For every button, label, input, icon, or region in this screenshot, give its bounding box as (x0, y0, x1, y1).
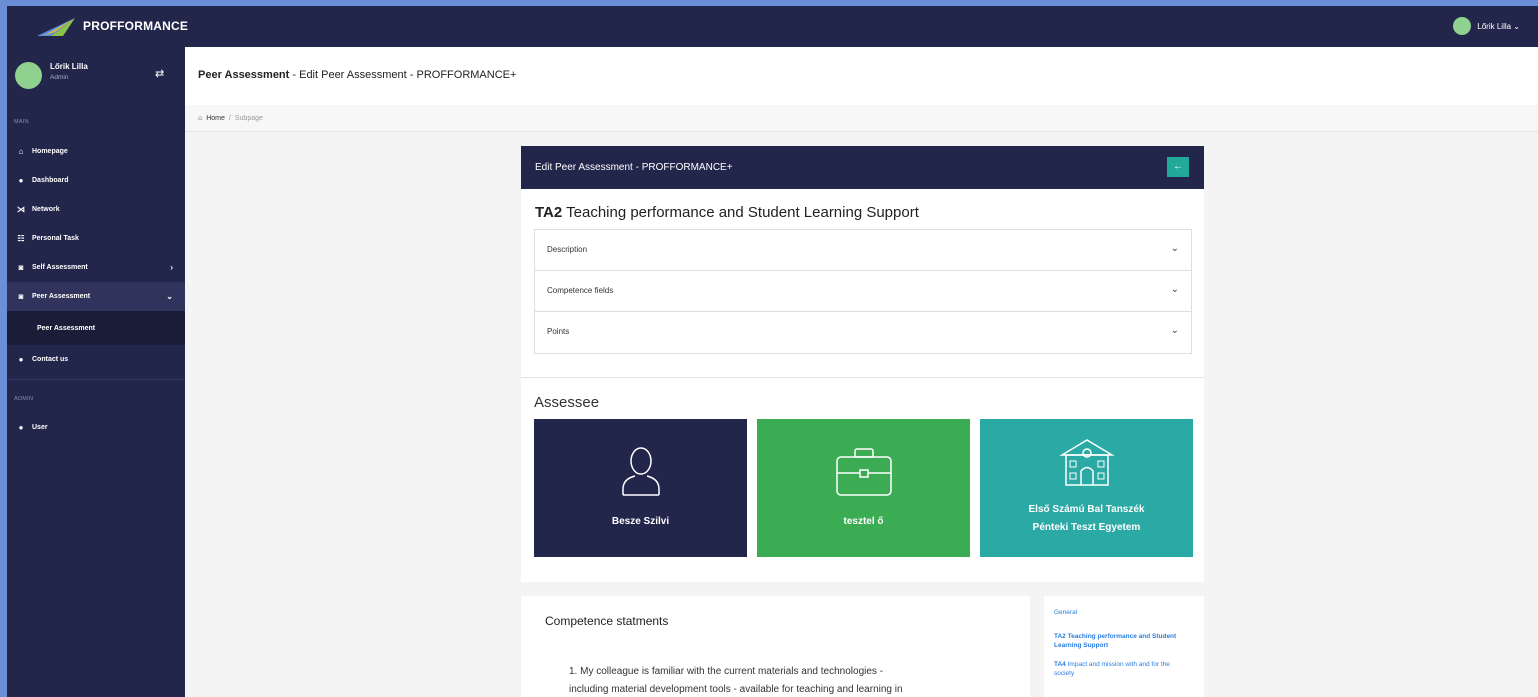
card-header: Edit Peer Assessment - PROFFORMANCE+ ← (521, 146, 1204, 189)
binoculars-icon: ◙ (18, 263, 24, 272)
avatar (1453, 17, 1472, 35)
sidebar-item-dashboard[interactable]: ● Dashboard (7, 166, 185, 195)
school-icon (1058, 439, 1115, 486)
sidebar-item-label: Homepage (32, 148, 68, 155)
accordion-label: Competence fields (547, 286, 614, 295)
sidebar-item-homepage[interactable]: ⌂ Homepage (7, 137, 185, 166)
chevron-down-icon: ⌄ (1170, 325, 1179, 336)
profile-name: Lőrik Lilla (50, 62, 88, 71)
side-link-ta4[interactable]: TA4 Impact and mission with and for the … (1054, 660, 1184, 678)
page-title-rest: - Edit Peer Assessment - PROFFORMANCE+ (289, 69, 517, 81)
binoculars-icon: ◙ (18, 292, 24, 301)
app-frame: PROFFORMANCE Lőrik Lilla ⌄ Lőrik Lilla A… (7, 6, 1538, 697)
breadcrumb: ⌂ Home / Subpage (185, 105, 1538, 132)
assessee-role-tile[interactable]: tesztel ő (757, 419, 970, 557)
competence-item-line: 1. My colleague is familiar with the cur… (569, 666, 884, 677)
sidebar-profile: Lőrik Lilla Admin ⇄ (7, 47, 185, 105)
sidebar-subitem-peer-assessment[interactable]: Peer Assessment (7, 311, 185, 345)
brand-name: PROFFORMANCE (83, 19, 189, 33)
sidebar-item-label: Peer Assessment (32, 293, 91, 300)
top-navbar: PROFFORMANCE Lőrik Lilla ⌄ (7, 6, 1538, 47)
accordion-description[interactable]: Description ⌄ (535, 230, 1191, 271)
assessee-heading: Assessee (534, 394, 600, 411)
ta-title-text: Teaching performance and Student Learnin… (562, 204, 919, 221)
side-nav-card: General TA2 Teaching performance and Stu… (1044, 596, 1204, 697)
card-divider (521, 377, 1204, 378)
sidebar-item-label: Network (32, 206, 60, 213)
sidebar-item-label: Contact us (32, 356, 69, 363)
breadcrumb-current: Subpage (234, 114, 263, 122)
accordion-competence-fields[interactable]: Competence fields ⌄ (535, 271, 1191, 312)
sidebar-divider (7, 379, 185, 380)
section-label-main: MAIN (14, 119, 29, 125)
sidebar-item-peer-assessment[interactable]: ◙ Peer Assessment ⌄ (7, 282, 185, 311)
accordion-points[interactable]: Points ⌄ (535, 312, 1191, 353)
page-header: Peer Assessment - Edit Peer Assessment -… (185, 47, 1538, 105)
assessee-unit-tile[interactable]: Első Számú Bal Tanszék Pénteki Teszt Egy… (980, 419, 1193, 557)
network-icon: ⋊ (17, 205, 25, 214)
competence-item-line: including material development tools - a… (569, 684, 903, 695)
assessee-role: tesztel ő (843, 516, 884, 527)
page-title-bold: Peer Assessment (198, 69, 290, 81)
home-icon: ⌂ (198, 114, 203, 122)
chevron-right-icon: › (170, 263, 173, 272)
sidebar-item-label: Personal Task (32, 235, 79, 242)
accordion: Description ⌄ Competence fields ⌄ Points… (534, 229, 1192, 354)
assessee-name: Besze Szilvi (611, 516, 670, 527)
logo-icon (37, 18, 75, 36)
competence-card: Competence statments 1. My colleague is … (521, 596, 1030, 697)
section-label-admin: ADMIN (14, 396, 34, 402)
assessee-person-tile[interactable]: Besze Szilvi (534, 419, 747, 557)
page-title: Peer Assessment - Edit Peer Assessment -… (198, 69, 516, 81)
sidebar-item-self-assessment[interactable]: ◙ Self Assessment › (7, 253, 185, 282)
chat-icon: ● (18, 355, 24, 364)
side-link-ta2[interactable]: TA2 Teaching performance and Student Lea… (1054, 632, 1184, 650)
sidebar: Lőrik Lilla Admin ⇄ MAIN ⌂ Homepage ● Da… (7, 47, 185, 697)
home-icon: ⌂ (18, 147, 24, 156)
profile-role: Admin (50, 74, 69, 81)
back-button[interactable]: ← (1167, 157, 1189, 177)
sidebar-item-label: Self Assessment (32, 264, 88, 271)
sidebar-item-network[interactable]: ⋊ Network (7, 195, 185, 224)
assessee-unit-line2: Pénteki Teszt Egyetem (1032, 522, 1141, 533)
user-icon: ● (18, 423, 24, 432)
sidebar-item-personal-task[interactable]: ☷ Personal Task (7, 224, 185, 253)
side-link-ta4-code: TA4 (1054, 661, 1066, 668)
chevron-down-icon: ⌄ (1170, 284, 1179, 295)
ta-title: TA2 Teaching performance and Student Lea… (535, 204, 919, 221)
breadcrumb-separator: / (228, 114, 231, 122)
card-title: Edit Peer Assessment - PROFFORMANCE+ (535, 162, 733, 173)
assessee-unit-line1: Első Számú Bal Tanszék (1028, 504, 1145, 515)
edit-peer-assessment-card: Edit Peer Assessment - PROFFORMANCE+ ← T… (521, 146, 1204, 582)
dashboard-icon: ● (18, 176, 24, 185)
avatar (15, 62, 42, 89)
list-icon: ☷ (17, 234, 25, 243)
accordion-label: Description (547, 245, 588, 254)
competence-item: 1. My colleague is familiar with the cur… (569, 663, 989, 697)
swap-icon[interactable]: ⇄ (155, 67, 164, 80)
chevron-down-icon: ⌄ (166, 292, 173, 301)
user-menu[interactable]: Lőrik Lilla ⌄ (1453, 17, 1520, 35)
sidebar-item-user[interactable]: ● User (7, 413, 185, 442)
chevron-down-icon: ⌄ (1170, 243, 1179, 254)
sidebar-item-contact-us[interactable]: ● Contact us (7, 345, 185, 374)
user-icon (621, 447, 660, 496)
breadcrumb-home[interactable]: Home (206, 115, 225, 122)
sidebar-item-label: User (32, 424, 48, 431)
competence-heading: Competence statments (545, 614, 669, 628)
accordion-label: Points (547, 327, 570, 336)
briefcase-icon (835, 448, 892, 496)
sidebar-item-label: Dashboard (32, 177, 69, 184)
user-menu-name: Lőrik Lilla ⌄ (1477, 21, 1520, 31)
side-link-ta4-text: Impact and mission with and for the soci… (1054, 661, 1170, 677)
side-link-general[interactable]: General (1054, 608, 1204, 617)
ta-code: TA2 (535, 204, 563, 221)
